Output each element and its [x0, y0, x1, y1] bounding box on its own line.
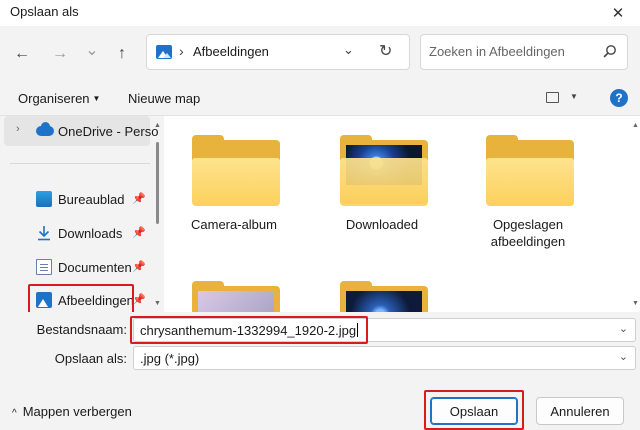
sidebar-item-label: Documenten: [58, 260, 132, 275]
arrow-up-icon: ↑: [118, 45, 126, 62]
sidebar-item-documents[interactable]: Documenten 📌: [0, 252, 150, 282]
savetype-value: .jpg (*.jpg): [140, 351, 200, 366]
view-dropdown-icon[interactable]: ▼: [570, 92, 578, 101]
image-thumbnail: [346, 291, 422, 312]
breadcrumb-current[interactable]: Afbeeldingen: [193, 44, 269, 59]
sidebar-item-downloads[interactable]: Downloads 📌: [0, 218, 150, 248]
close-button[interactable]: ✕: [596, 0, 640, 26]
image-thumbnail: [198, 291, 274, 312]
expand-chevron-icon[interactable]: ›: [16, 123, 20, 135]
back-button[interactable]: ←: [10, 42, 34, 66]
onedrive-cloud-icon: [36, 122, 54, 136]
download-arrow-icon: [38, 226, 50, 241]
search-icon[interactable]: [603, 44, 617, 58]
folder-item[interactable]: Downloaded: [334, 120, 430, 260]
organize-label: Organiseren: [18, 91, 90, 106]
up-button[interactable]: ↑: [110, 42, 134, 66]
folder-icon-front: [340, 158, 428, 206]
navigation-bar: ← → ⌄ ↑ › Afbeeldingen ⌄ ↻: [0, 26, 640, 82]
folder-item[interactable]: [334, 266, 430, 312]
folder-item[interactable]: [186, 266, 282, 312]
forward-button[interactable]: →: [48, 42, 72, 66]
pin-icon[interactable]: 📌: [132, 293, 146, 306]
divider: [10, 163, 150, 164]
filename-label: Bestandsnaam:: [36, 322, 127, 337]
close-icon: ✕: [611, 5, 625, 22]
refresh-icon[interactable]: ↻: [379, 41, 392, 61]
scroll-down-arrow-icon[interactable]: ▼: [632, 300, 639, 307]
hide-folders-toggle[interactable]: ^ Mappen verbergen: [12, 404, 132, 419]
chevron-down-icon[interactable]: ⌄: [619, 350, 628, 363]
new-folder-button[interactable]: Nieuwe map: [128, 91, 200, 106]
content-scrollbar[interactable]: ▲ ▼: [632, 116, 640, 312]
savetype-label: Opslaan als:: [54, 351, 127, 366]
sidebar-item-onedrive[interactable]: › OneDrive - Perso: [4, 116, 158, 146]
navigation-pane: › OneDrive - Perso Bureaublad 📌 Download…: [0, 116, 160, 312]
document-icon: [36, 259, 52, 275]
filename-text: chrysanthemum-1332994_1920-2.jpg: [140, 323, 357, 338]
chevron-down-icon[interactable]: ⌄: [619, 322, 628, 335]
sidebar-item-desktop[interactable]: Bureaublad 📌: [0, 184, 150, 214]
title-bar: Opslaan als ✕: [0, 0, 640, 26]
filename-field[interactable]: chrysanthemum-1332994_1920-2.jpg ⌄: [133, 318, 636, 342]
address-dropdown-icon[interactable]: ⌄: [343, 42, 354, 58]
address-bar[interactable]: › Afbeeldingen ⌄ ↻: [146, 34, 410, 70]
desktop-icon: [36, 191, 52, 207]
dialog-footer: ^ Mappen verbergen Opslaan Annuleren: [0, 374, 640, 430]
hide-folders-label: Mappen verbergen: [22, 404, 132, 419]
scrollbar-thumb[interactable]: [156, 142, 159, 224]
pin-icon[interactable]: 📌: [132, 192, 146, 205]
help-icon[interactable]: ?: [610, 89, 628, 107]
folder-item[interactable]: Camera-album: [186, 120, 282, 260]
savetype-select[interactable]: .jpg (*.jpg) ⌄: [133, 346, 636, 370]
chevron-up-icon: ^: [12, 408, 17, 419]
command-toolbar: Organiseren ▼ Nieuwe map ▼ ?: [0, 82, 640, 116]
search-input[interactable]: [429, 44, 599, 59]
text-cursor: [357, 323, 359, 337]
cancel-button[interactable]: Annuleren: [536, 397, 624, 425]
pictures-icon: [156, 45, 172, 59]
dialog-title: Opslaan als: [10, 4, 79, 19]
folder-item[interactable]: Opgeslagen afbeeldingen: [480, 120, 576, 260]
save-form: Bestandsnaam: chrysanthemum-1332994_1920…: [0, 312, 640, 374]
save-button[interactable]: Opslaan: [430, 397, 518, 425]
view-options-icon[interactable]: [546, 92, 559, 103]
sidebar-scrollbar[interactable]: ▲ ▼: [154, 116, 161, 312]
sidebar-item-label: OneDrive - Perso: [58, 124, 159, 139]
scroll-up-arrow-icon[interactable]: ▲: [632, 122, 639, 129]
folder-label: Camera-album: [191, 217, 277, 232]
arrow-right-icon: →: [52, 45, 68, 62]
sidebar-item-label: Downloads: [58, 226, 123, 241]
pin-icon[interactable]: 📌: [132, 226, 146, 239]
folder-icon-front: [486, 158, 574, 206]
pictures-icon: [36, 292, 52, 308]
search-box[interactable]: [420, 34, 628, 70]
sidebar-item-label: Afbeeldingen: [58, 293, 132, 308]
file-list: Camera-album Downloaded Opgeslagen afbee…: [164, 116, 640, 312]
filename-value: chrysanthemum-1332994_1920-2.jpg: [140, 323, 359, 338]
scroll-down-arrow-icon[interactable]: ▼: [154, 300, 161, 307]
breadcrumb-separator: ›: [179, 43, 184, 59]
recent-locations-button[interactable]: ⌄: [80, 38, 104, 62]
folder-icon-front: [192, 158, 280, 206]
chevron-down-icon: ⌄: [85, 42, 99, 59]
sidebar-item-pictures[interactable]: Afbeeldingen 📌: [0, 285, 150, 312]
sidebar-item-label: Bureaublad: [58, 192, 125, 207]
scroll-up-arrow-icon[interactable]: ▲: [154, 122, 161, 129]
folder-label: Downloaded: [345, 217, 419, 232]
folder-label: Opgeslagen afbeeldingen: [490, 217, 566, 249]
pin-icon[interactable]: 📌: [132, 260, 146, 273]
organize-menu[interactable]: Organiseren ▼: [18, 91, 100, 106]
arrow-left-icon: ←: [14, 45, 30, 62]
caret-down-icon: ▼: [92, 94, 101, 103]
